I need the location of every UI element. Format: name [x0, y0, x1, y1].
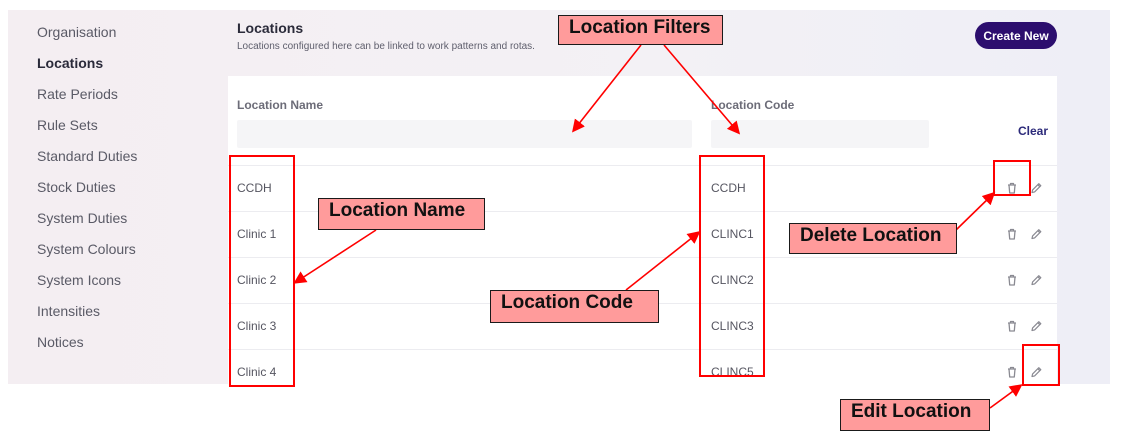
pencil-icon[interactable] [1028, 318, 1044, 334]
pencil-icon[interactable] [1028, 226, 1044, 242]
sidebar-item-rule-sets[interactable]: Rule Sets [37, 117, 98, 133]
location-code-filter-input[interactable] [711, 120, 929, 148]
trash-icon[interactable] [1004, 318, 1020, 334]
sidebar-item-standard-duties[interactable]: Standard Duties [37, 148, 137, 164]
sidebar-item-intensities[interactable]: Intensities [37, 303, 100, 319]
sidebar-item-system-icons[interactable]: System Icons [37, 272, 121, 288]
location-name-filter-input[interactable] [237, 120, 692, 148]
sidebar-item-rate-periods[interactable]: Rate Periods [37, 86, 118, 102]
annotation-edit-location: Edit Location [840, 399, 990, 431]
annotation-location-code: Location Code [490, 290, 659, 323]
column-header-location-name: Location Name [237, 98, 324, 112]
annotation-delete-location: Delete Location [789, 223, 957, 254]
page-subtitle: Locations configured here can be linked … [237, 41, 535, 52]
table-row: Clinic 4 CLINC5 [228, 349, 1057, 384]
sidebar-item-stock-duties[interactable]: Stock Duties [37, 179, 116, 195]
location-code-highlight-box [699, 155, 765, 377]
trash-icon[interactable] [1004, 272, 1020, 288]
create-new-button[interactable]: Create New [975, 22, 1057, 49]
annotation-location-name: Location Name [318, 198, 485, 230]
sidebar-item-organisation[interactable]: Organisation [37, 24, 116, 40]
edit-highlight-box [1022, 344, 1060, 386]
trash-icon[interactable] [1004, 364, 1020, 380]
sidebar-item-system-colours[interactable]: System Colours [37, 241, 136, 257]
sidebar: Organisation Locations Rate Periods Rule… [8, 10, 208, 384]
delete-highlight-box [993, 160, 1031, 196]
sidebar-item-notices[interactable]: Notices [37, 334, 84, 350]
trash-icon[interactable] [1004, 226, 1020, 242]
app-window: Organisation Locations Rate Periods Rule… [8, 10, 1110, 384]
clear-filters-button[interactable]: Clear [1018, 124, 1048, 138]
sidebar-item-locations[interactable]: Locations [37, 55, 103, 71]
location-name-highlight-box [229, 155, 295, 387]
column-header-location-code: Location Code [711, 98, 795, 112]
page-title: Locations [237, 20, 304, 36]
sidebar-item-system-duties[interactable]: System Duties [37, 210, 127, 226]
annotation-location-filters: Location Filters [558, 15, 723, 45]
pencil-icon[interactable] [1028, 272, 1044, 288]
